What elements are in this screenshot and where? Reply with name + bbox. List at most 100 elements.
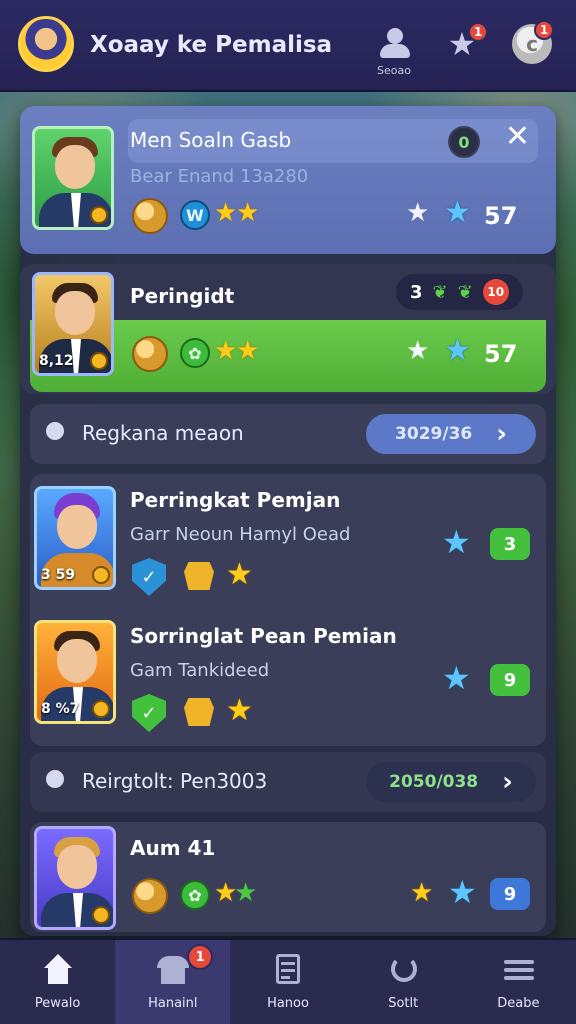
featured-name: Men Soaln Gasb — [130, 128, 292, 152]
banner-label: Regkana meaon — [82, 421, 244, 445]
nav-menu[interactable]: Deabe — [461, 940, 576, 1024]
refresh-icon — [385, 954, 421, 986]
player-portrait: 8 %7 — [34, 620, 116, 724]
pill-number: 3 — [410, 281, 423, 303]
profile-button[interactable] — [372, 22, 416, 66]
close-icon[interactable]: ✕ — [505, 122, 530, 152]
player-name: Perringkat Pemjan — [130, 488, 341, 512]
shop-badge: 1 — [187, 944, 214, 970]
search-icon — [44, 768, 70, 794]
nav-home[interactable]: Pewalo — [0, 940, 115, 1024]
ranking-button[interactable]: 3029/36 › — [366, 414, 536, 454]
cookie-icon — [132, 878, 168, 914]
gold-icon — [184, 562, 214, 590]
player-score: 57 — [484, 340, 518, 368]
green-gem-icon: ✿ — [180, 338, 210, 368]
cookie-icon — [132, 198, 168, 234]
star-icon: ★ — [226, 693, 253, 728]
player-card-2[interactable]: 8,12 Peringidt 3 ❦ ❦ 10 ✿ ★ ★ ★ ★ 57 — [20, 264, 556, 394]
gear-icon — [90, 352, 108, 370]
cookie-icon — [132, 336, 168, 372]
nav-label: Hanoo — [267, 995, 309, 1011]
person-icon — [372, 24, 416, 64]
green-star-icon: ★ — [234, 878, 258, 908]
player-avatar[interactable] — [18, 16, 74, 72]
chevron-right-icon: › — [496, 419, 507, 449]
player-card-last[interactable]: Aum 41 ✿ ★ ★ ★ ★ 9 — [30, 822, 546, 932]
game-title: Xoaay ke Pemalisa — [90, 32, 333, 58]
gear-icon — [90, 206, 108, 224]
blue-star-icon: ★ — [442, 523, 471, 561]
rank-badge: 9 — [490, 664, 530, 696]
list-item[interactable]: 8 %7 Sorringlat Pean Pemian Gam Tankidee… — [30, 610, 546, 746]
nav-label: Deabe — [497, 995, 540, 1011]
gear-icon — [92, 700, 110, 718]
player-subtitle: Gam Tankideed — [130, 660, 270, 681]
coin-badge: 1 — [534, 20, 554, 40]
shield-icon: ✓ — [132, 558, 166, 596]
blue-star-icon: ★ — [444, 195, 471, 230]
blue-star-icon: ★ — [448, 873, 477, 911]
list-item[interactable]: 3 59 Perringkat Pemjan Garr Neoun Hamyl … — [30, 474, 546, 610]
blue-star-icon: ★ — [444, 333, 471, 368]
player-portrait: 3 59 — [34, 486, 116, 590]
player-level: 8 %7 — [41, 701, 80, 717]
reward-pill[interactable]: 3 ❦ ❦ 10 — [396, 274, 523, 310]
gold-icon — [184, 698, 214, 726]
rank-badge: 3 — [490, 528, 530, 560]
featured-score: 57 — [484, 202, 518, 230]
nav-label: Hanainl — [148, 995, 198, 1011]
star-icon: ★ — [214, 198, 238, 228]
nav-shop[interactable]: Hanainl 1 — [115, 940, 231, 1024]
top-bar: Xoaay ke Pemalisa Seoao ★ 1 c 1 — [0, 0, 576, 92]
player-name: Aum 41 — [130, 836, 216, 860]
ranking-banner-2[interactable]: Reirgtolt: Pen3003 2050/038 › — [30, 752, 546, 812]
star-icon: ★ — [214, 336, 238, 366]
featured-player-card[interactable]: Men Soaln Gasb Bear Enand 13a280 0 ✕ W ★… — [20, 106, 556, 254]
shop-icon — [155, 954, 191, 986]
nav-settings[interactable]: Sotlt — [346, 940, 461, 1024]
notification-badge: 1 — [468, 22, 488, 42]
menu-icon — [500, 954, 536, 986]
green-gem-icon: ✿ — [180, 880, 210, 910]
leaderboard-panel: Men Soaln Gasb Bear Enand 13a280 0 ✕ W ★… — [20, 106, 556, 936]
ranking-banner[interactable]: Regkana meaon 3029/36 › — [30, 404, 546, 464]
white-star-icon: ★ — [406, 198, 430, 228]
nav-label: Pewalo — [34, 995, 81, 1011]
star-icon: ★ — [410, 878, 434, 908]
home-icon — [40, 953, 76, 986]
star-icon: ★ — [226, 557, 253, 592]
ranking-button[interactable]: 2050/038 › — [366, 762, 536, 802]
gear-icon — [92, 906, 110, 924]
player-subtitle: Garr Neoun Hamyl Oead — [130, 524, 351, 545]
featured-subtitle: Bear Enand 13a280 — [130, 166, 309, 187]
ranking-value: 2050/038 — [389, 772, 479, 792]
shield-icon: ✓ — [132, 694, 166, 732]
player-name: Peringidt — [130, 284, 235, 308]
white-star-icon: ★ — [406, 336, 430, 366]
rank-badge: 9 — [490, 878, 530, 910]
document-icon — [270, 953, 306, 986]
gear-icon — [92, 566, 110, 584]
bottom-nav: Pewalo Hanainl 1 Hanoo Sotlt Deabe — [0, 938, 576, 1024]
star-icon: ★ — [236, 336, 260, 366]
ranking-value: 3029/36 — [395, 424, 473, 444]
chevron-right-icon: › — [502, 767, 513, 797]
banner-label: Reirgtolt: Pen3003 — [82, 769, 268, 793]
blue-star-icon: ★ — [442, 659, 471, 697]
nav-tasks[interactable]: Hanoo — [230, 940, 345, 1024]
player-portrait: 8,12 — [32, 272, 114, 376]
star-icon: ★ — [236, 198, 260, 228]
featured-portrait — [32, 126, 114, 230]
leaf-icon: ❦ — [432, 281, 448, 303]
player-level: 8,12 — [39, 353, 74, 369]
player-portrait — [34, 826, 116, 930]
nav-label: Sotlt — [388, 995, 419, 1011]
profile-label: Seoao — [377, 64, 411, 77]
player-list: 3 59 Perringkat Pemjan Garr Neoun Hamyl … — [30, 474, 546, 746]
red-badge: 10 — [482, 279, 509, 305]
player-name: Sorringlat Pean Pemian — [130, 624, 397, 648]
player-level: 3 59 — [41, 567, 76, 583]
blue-gem-icon: W — [180, 200, 210, 230]
leaf-icon: ❦ — [457, 281, 473, 303]
